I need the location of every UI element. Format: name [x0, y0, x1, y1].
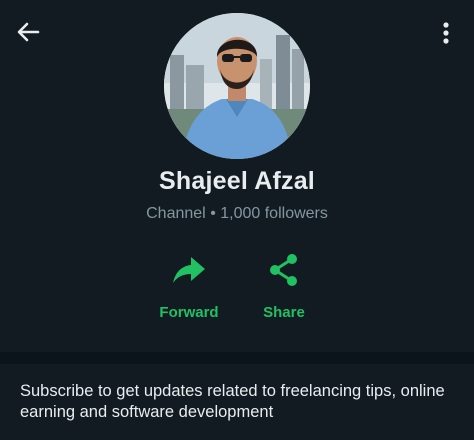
avatar-image [164, 13, 310, 159]
arrow-left-icon [17, 22, 40, 42]
section-divider [0, 352, 474, 364]
channel-avatar[interactable] [164, 13, 310, 159]
follower-count: 1,000 followers [220, 205, 328, 222]
channel-type: Channel [146, 205, 206, 222]
forward-label: Forward [159, 304, 219, 321]
more-vertical-icon [443, 22, 449, 44]
forward-arrow-icon [173, 257, 205, 283]
share-button[interactable]: Share [244, 252, 324, 326]
more-options-button[interactable] [434, 20, 458, 46]
channel-description: Subscribe to get updates related to free… [20, 382, 445, 421]
share-label: Share [263, 304, 305, 321]
share-icon [270, 254, 297, 286]
channel-name: Shajeel Afzal [159, 167, 315, 195]
forward-button[interactable]: Forward [149, 252, 229, 326]
back-button[interactable] [14, 18, 42, 46]
channel-subtitle: Channel • 1,000 followers [0, 205, 474, 223]
subtitle-separator: • [210, 205, 216, 222]
